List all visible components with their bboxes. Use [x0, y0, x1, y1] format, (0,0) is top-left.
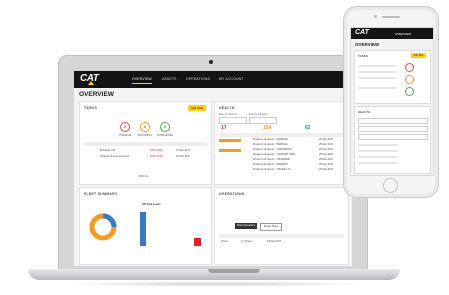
operations-row-date: 03-Feb-2017: [267, 240, 282, 243]
health-stat-high[interactable]: 17: [221, 125, 227, 131]
fleet-bar-blue[interactable]: [140, 212, 146, 246]
health-row-date: 25-Feb-2017: [319, 143, 334, 146]
page-title: OVERVIEW: [79, 91, 114, 98]
health-row-date: 25-Feb-2017: [319, 158, 334, 161]
laptop-lid: CAT OVERVIEW ASSETS OPERATIONS MY ACCOUN…: [58, 55, 368, 271]
tasks-title: TASKS: [84, 106, 97, 110]
phone-screen: CAT OVERVIEW OVERVIEW TASKS Add Task HEA…: [350, 27, 434, 176]
health-stat-medium[interactable]: 154: [263, 125, 271, 131]
task-row-status: PAST DUE: [150, 155, 163, 158]
health-row[interactable]: Product Link Event - 73F4D2G92: [253, 158, 290, 161]
phone-task-line: [358, 71, 396, 73]
phone-navbar: CAT OVERVIEW: [351, 28, 433, 39]
nav-operations[interactable]: OPERATIONS: [186, 77, 210, 81]
nav-overview[interactable]: OVERVIEW: [132, 77, 152, 84]
phone-completed-ring[interactable]: [405, 87, 414, 96]
task-row-date: 07-Feb-2017: [176, 149, 191, 152]
fleet-summary-title: FLEET SUMMARY: [84, 192, 118, 196]
health-panel: HEALTH Filter by Severity Filter by Cate…: [214, 101, 349, 185]
phone-severity-select[interactable]: [358, 118, 428, 124]
overdue-ring[interactable]: 0: [120, 122, 130, 132]
health-row[interactable]: Product Link Event - 73F4D4A 2C: [253, 168, 291, 171]
phone-category-select[interactable]: [358, 126, 428, 132]
phone-device: CAT OVERVIEW OVERVIEW TASKS Add Task HEA…: [343, 6, 439, 198]
fleet-donut-chart[interactable]: [88, 212, 118, 242]
phone-overdue-ring[interactable]: [405, 63, 414, 72]
laptop-base: [28, 269, 400, 280]
tasks-view-all-link[interactable]: VIEW ALL: [138, 175, 149, 178]
report-hours-button[interactable]: Report Hours: [260, 223, 282, 231]
phone-camera: [374, 15, 377, 18]
health-row-highlight: [219, 149, 241, 152]
completed-label: COMPLETED: [156, 134, 174, 137]
phone-health-card: HEALTH: [354, 106, 431, 174]
operations-panel: OPERATIONS Show Operations Report Hours …: [214, 187, 349, 265]
phone-task-line: [358, 77, 396, 79]
phone-add-task-button[interactable]: Add Task: [411, 53, 426, 58]
app-navbar: CAT OVERVIEW ASSETS OPERATIONS MY ACCOUN…: [74, 71, 352, 88]
operations-row-hours: 2.7 Hours: [241, 240, 252, 243]
health-row[interactable]: Product Link Event - 714DD3DT 3690: [253, 153, 295, 156]
task-row-name[interactable]: Schedule PM: [100, 149, 115, 152]
phone-task-line: [358, 65, 396, 67]
phone-health-line: [358, 162, 398, 164]
upcoming-ring[interactable]: 0: [140, 122, 150, 132]
phone-tasks-title: TASKS: [358, 54, 368, 58]
task-row-name[interactable]: Change oil at service level: [100, 155, 129, 158]
health-row-date: 25-Feb-2017: [319, 153, 334, 156]
webcam: [209, 60, 213, 64]
health-row[interactable]: Product Link Event - 5290F344: [253, 143, 287, 146]
health-row-highlight: [219, 139, 241, 142]
phone-health-title: HEALTH: [358, 110, 370, 114]
phone-task-line: [358, 87, 396, 89]
health-row[interactable]: Product Link Event - 714DD4BA52: [253, 148, 292, 151]
phone-cat-logo[interactable]: CAT: [355, 29, 369, 36]
health-row[interactable]: Product Link Event - 5096D975: [253, 163, 288, 166]
operations-table-header: [219, 234, 344, 238]
task-row-status: PAST DUE: [150, 149, 163, 152]
overdue-label: OVERDUE: [118, 134, 132, 137]
task-row-date: 07-Feb-2017: [176, 155, 191, 158]
severity-select[interactable]: [219, 117, 247, 124]
fleet-summary-panel: FLEET SUMMARY 185 Total Assets: [79, 187, 212, 265]
add-task-button[interactable]: Add Task: [188, 105, 206, 111]
health-row-date: 25-Feb-2017: [319, 163, 334, 166]
health-table-header: [219, 133, 344, 137]
fleet-total-assets: 185 Total Assets: [142, 203, 161, 206]
laptop-shadow: [60, 281, 370, 287]
laptop-screen: CAT OVERVIEW ASSETS OPERATIONS MY ACCOUN…: [74, 71, 352, 266]
operations-title: OPERATIONS: [219, 192, 245, 196]
phone-page-title: OVERVIEW: [355, 42, 380, 47]
category-select[interactable]: [249, 117, 277, 124]
nav-assets[interactable]: ASSETS: [162, 77, 177, 81]
nav-my-account[interactable]: MY ACCOUNT: [219, 77, 244, 81]
show-operations-button[interactable]: Show Operations: [235, 223, 257, 229]
tasks-panel: TASKS Add Task 0 0 0 OVERDUE UPCOMING CO…: [79, 101, 212, 185]
phone-health-line: [358, 144, 398, 146]
severity-filter-label: Filter by Severity: [219, 113, 237, 116]
completed-ring[interactable]: 0: [160, 122, 170, 132]
cat-logo-triangle-icon: [88, 81, 94, 85]
tasks-table-header: [84, 142, 207, 146]
health-row-date: 25-Feb-2017: [319, 148, 334, 151]
health-row[interactable]: Product Link Event - 4229F10E: [253, 138, 288, 141]
health-row-date: 25-Feb-2017: [319, 138, 334, 141]
upcoming-label: UPCOMING: [137, 134, 153, 137]
category-filter-label: Filter by Category: [249, 113, 268, 116]
phone-health-line: [358, 156, 398, 158]
phone-health-line: [358, 150, 398, 152]
phone-home-button[interactable]: [383, 178, 398, 193]
phone-tasks-card: TASKS Add Task: [354, 50, 431, 104]
health-title: HEALTH: [219, 106, 235, 110]
phone-nav-overview[interactable]: OVERVIEW: [395, 32, 411, 36]
health-stat-low[interactable]: 62: [305, 125, 311, 131]
laptop-notch: [208, 269, 260, 273]
phone-speaker: [382, 16, 400, 18]
phone-upcoming-ring[interactable]: [405, 75, 414, 84]
phone-filter-select[interactable]: [358, 134, 428, 140]
operations-row-type: Hours: [221, 240, 228, 243]
health-row-date: 25-Feb-2017: [319, 168, 334, 171]
fleet-bar-red[interactable]: [194, 238, 201, 246]
